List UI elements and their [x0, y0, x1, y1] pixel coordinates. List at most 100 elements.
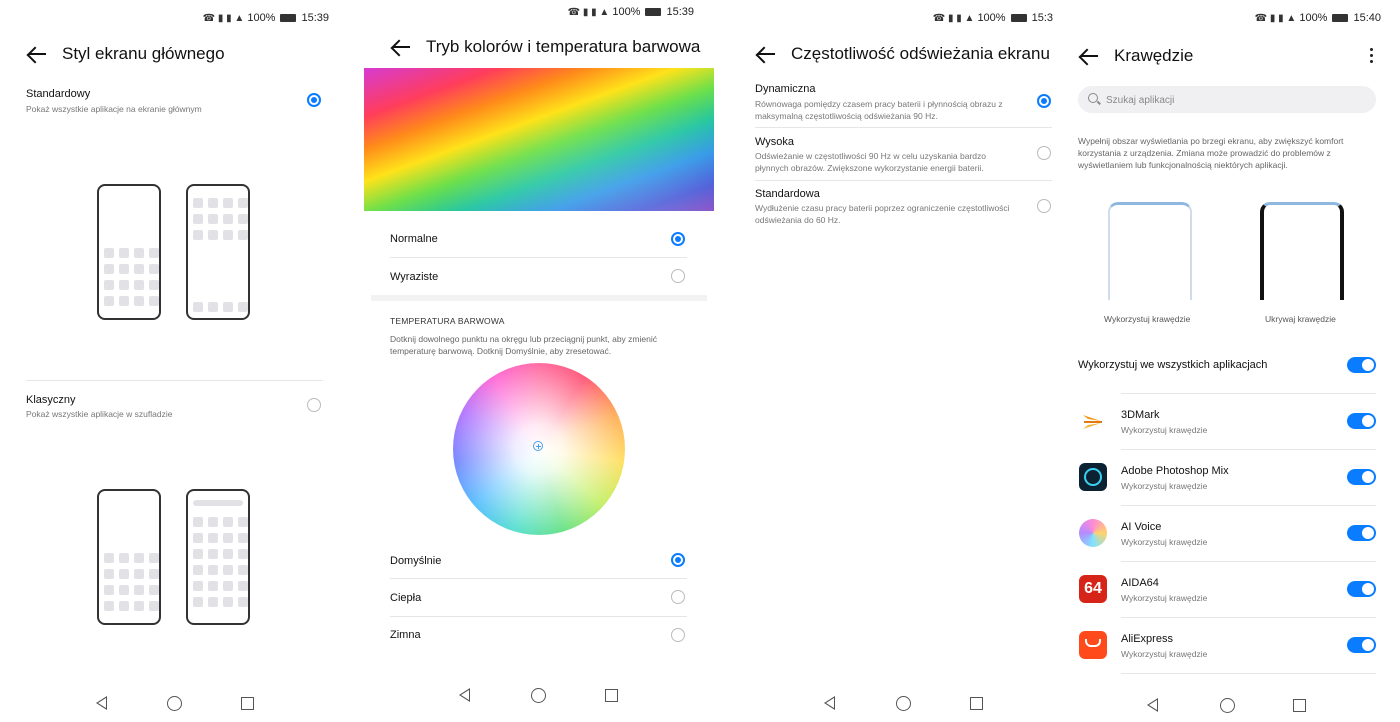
app-drawer-grid: [193, 517, 248, 607]
search-icon: [1088, 93, 1098, 103]
radio-mode-vivid[interactable]: [671, 269, 685, 283]
search-bar[interactable]: [1078, 86, 1376, 113]
clock: 15:39: [301, 12, 329, 24]
divider: [755, 180, 1052, 181]
divider: [390, 578, 687, 579]
section-separator: [371, 295, 707, 301]
divider: [1121, 505, 1376, 506]
phone-preview-home-2: [186, 184, 250, 320]
radio-refresh-high[interactable]: [1037, 146, 1051, 160]
divider: [1121, 393, 1376, 394]
system-nav-bar: [1062, 696, 1400, 716]
app-status-aida64: Wykorzystuj krawędzie: [1121, 593, 1208, 603]
signal-icons: ☎ ▮ ▮ ▲: [567, 6, 610, 18]
page-title: Styl ekranu głównego: [62, 44, 225, 63]
radio-temp-warm[interactable]: [671, 590, 685, 604]
toggle-photoshop-mix[interactable]: [1347, 469, 1376, 485]
page-title: Tryb kolorów i temperatura barwowa: [426, 37, 701, 56]
app-status-aliexpress: Wykorzystuj krawędzie: [1121, 649, 1208, 659]
refresh-dynamic-title[interactable]: Dynamiczna: [755, 83, 816, 95]
refresh-high-title[interactable]: Wysoka: [755, 136, 794, 148]
phone-preview-classic-1: [97, 489, 161, 625]
search-input[interactable]: [1104, 90, 1368, 110]
color-preview-image: [364, 68, 714, 211]
toggle-aida64[interactable]: [1347, 581, 1376, 597]
app-dock: [193, 302, 248, 312]
option-standard-subtitle: Pokaż wszystkie aplikacje na ekranie głó…: [26, 104, 202, 114]
radio-standard[interactable]: [307, 93, 321, 107]
app-status-ai-voice: Wykorzystuj krawędzie: [1121, 537, 1208, 547]
preview-use-edges[interactable]: [1108, 202, 1192, 300]
option-classic-subtitle: Pokaż wszystkie aplikacje w szufladzie: [26, 409, 173, 419]
app-status-3dmark: Wykorzystuj krawędzie: [1121, 425, 1208, 435]
back-arrow-icon[interactable]: [26, 43, 48, 65]
nav-back-icon[interactable]: [459, 688, 470, 702]
nav-back-icon[interactable]: [824, 696, 835, 710]
back-arrow-icon[interactable]: [390, 36, 412, 58]
back-arrow-icon[interactable]: [1078, 45, 1100, 67]
toggle-aliexpress[interactable]: [1347, 637, 1376, 653]
radio-refresh-standard[interactable]: [1037, 199, 1051, 213]
preview-hide-edges-label: Ukrywaj krawędzie: [1265, 314, 1336, 324]
signal-icons: ☎ ▮ ▮ ▲: [202, 12, 245, 24]
status-bar: ☎ ▮ ▮ ▲ 100% 15:39: [203, 12, 329, 24]
preview-use-edges-label: Wykorzystuj krawędzie: [1104, 314, 1191, 324]
color-wheel-handle-icon[interactable]: [533, 441, 543, 451]
all-apps-toggle[interactable]: [1347, 357, 1376, 373]
nav-home-icon[interactable]: [896, 696, 911, 711]
nav-recents-icon[interactable]: [970, 697, 983, 710]
preview-hide-edges[interactable]: [1260, 202, 1344, 300]
app-grid: [193, 198, 248, 240]
app-grid: [104, 553, 159, 611]
temp-default-label[interactable]: Domyślnie: [390, 555, 441, 567]
option-classic-title[interactable]: Klasyczny: [26, 394, 76, 406]
battery-percent: 100%: [247, 12, 276, 24]
status-bar: ☎ ▮ ▮ ▲ 100% 15:3: [933, 12, 1053, 24]
phone-preview-classic-2: [186, 489, 250, 625]
app-name-ai-voice: AI Voice: [1121, 521, 1162, 533]
clock: 15:39: [666, 6, 694, 18]
back-arrow-icon[interactable]: [755, 43, 777, 65]
signal-icons: ☎ ▮ ▮ ▲: [932, 12, 975, 24]
mode-normal-label[interactable]: Normalne: [390, 233, 438, 245]
temp-cold-label[interactable]: Zimna: [390, 629, 421, 641]
radio-refresh-dynamic[interactable]: [1037, 94, 1051, 108]
battery-icon: [645, 8, 662, 16]
aliexpress-icon: [1079, 631, 1107, 659]
mode-vivid-label[interactable]: Wyraziste: [390, 271, 438, 283]
divider: [1121, 673, 1376, 674]
divider: [1121, 449, 1376, 450]
more-menu-icon[interactable]: [1369, 46, 1373, 64]
all-apps-label: Wykorzystuj we wszystkich aplikacjach: [1078, 359, 1268, 371]
nav-home-icon[interactable]: [1220, 698, 1235, 713]
app-name-aida64: AIDA64: [1121, 577, 1159, 589]
nav-back-icon[interactable]: [1147, 698, 1158, 712]
temp-warm-label[interactable]: Ciepła: [390, 592, 421, 604]
nav-back-icon[interactable]: [96, 696, 107, 710]
refresh-standard-subtitle: Wydłużenie czasu pracy baterii poprzez o…: [755, 203, 1010, 225]
refresh-high-subtitle: Odświeżanie w częstotliwości 90 Hz w cel…: [755, 151, 987, 173]
radio-temp-default[interactable]: [671, 553, 685, 567]
divider: [26, 380, 323, 381]
nav-home-icon[interactable]: [531, 688, 546, 703]
refresh-standard-title[interactable]: Standardowa: [755, 188, 820, 200]
drawer-search-bar: [193, 500, 243, 506]
divider: [755, 127, 1052, 128]
radio-temp-cold[interactable]: [671, 628, 685, 642]
radio-mode-normal[interactable]: [671, 232, 685, 246]
toggle-3dmark[interactable]: [1347, 413, 1376, 429]
battery-icon: [1332, 14, 1349, 22]
battery-percent: 100%: [1299, 12, 1328, 24]
nav-recents-icon[interactable]: [241, 697, 254, 710]
app-name-aliexpress: AliExpress: [1121, 633, 1173, 645]
divider: [390, 257, 687, 258]
toggle-ai-voice[interactable]: [1347, 525, 1376, 541]
app-status-photoshop-mix: Wykorzystuj krawędzie: [1121, 481, 1208, 491]
nav-home-icon[interactable]: [167, 696, 182, 711]
option-standard-title[interactable]: Standardowy: [26, 88, 90, 100]
panel-color-mode: ☎ ▮ ▮ ▲ 100% 15:39 Tryb kolorów i temper…: [364, 0, 714, 722]
radio-classic[interactable]: [307, 398, 321, 412]
nav-recents-icon[interactable]: [605, 689, 618, 702]
nav-recents-icon[interactable]: [1293, 699, 1306, 712]
3dmark-icon: [1079, 408, 1107, 436]
